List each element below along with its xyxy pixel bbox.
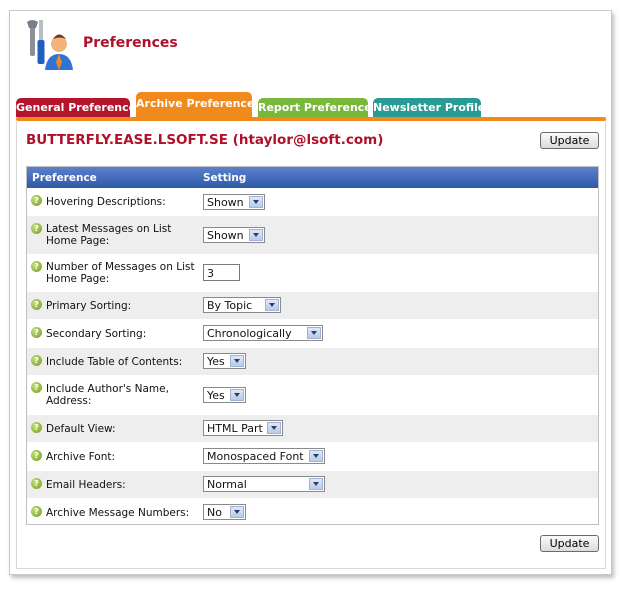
number-of-messages-input[interactable]: 3 [203, 264, 240, 281]
chevron-down-icon [230, 389, 244, 401]
help-icon[interactable]: ? [31, 478, 42, 489]
help-icon[interactable]: ? [31, 422, 42, 433]
chevron-down-icon [307, 327, 321, 339]
table-row: ? Archive Font: Monospaced Font [27, 443, 598, 471]
archive-message-numbers-select[interactable]: No [203, 504, 246, 520]
primary-sorting-select[interactable]: By Topic [203, 297, 281, 313]
table-header: Preference Setting [27, 167, 598, 188]
table-row: ? Number of Messages on List Home Page: … [27, 255, 598, 292]
secondary-sorting-select[interactable]: Chronologically [203, 325, 323, 341]
latest-messages-select[interactable]: Shown [203, 227, 265, 243]
help-icon[interactable]: ? [31, 327, 42, 338]
preference-label: Email Headers: [46, 479, 126, 491]
author-name-address-select[interactable]: Yes [203, 387, 246, 403]
table-row: ? Default View: HTML Part [27, 415, 598, 443]
table-row: ? Archive Message Numbers: No [27, 499, 598, 526]
preference-label: Hovering Descriptions: [46, 196, 166, 208]
preferences-panel: Preferences General Preferences Archive … [9, 10, 612, 575]
preference-label: Archive Font: [46, 451, 116, 463]
hovering-descriptions-select[interactable]: Shown [203, 194, 265, 210]
update-button-top[interactable]: Update [540, 132, 599, 149]
page-title: Preferences [83, 35, 178, 51]
help-icon[interactable]: ? [31, 195, 42, 206]
archive-font-select[interactable]: Monospaced Font [203, 448, 325, 464]
help-icon[interactable]: ? [31, 355, 42, 366]
help-icon[interactable]: ? [31, 506, 42, 517]
preference-label: Default View: [46, 423, 116, 435]
default-view-select[interactable]: HTML Part [203, 420, 283, 436]
tab-archive-preferences[interactable]: Archive Preferences [136, 92, 261, 117]
chevron-down-icon [309, 450, 323, 462]
chevron-down-icon [249, 196, 263, 208]
help-icon[interactable]: ? [31, 382, 42, 393]
chevron-down-icon [309, 478, 323, 490]
table-row: ? Secondary Sorting: Chronologically [27, 320, 598, 348]
preference-label: Secondary Sorting: [46, 328, 147, 340]
list-name: BUTTERFLY.EASE.LSOFT.SE (htaylor@lsoft.c… [26, 132, 384, 148]
update-button-bottom[interactable]: Update [540, 535, 599, 552]
preferences-table: Preference Setting ? Hovering Descriptio… [26, 166, 599, 525]
chevron-down-icon [249, 229, 263, 241]
table-row: ? Include Table of Contents: Yes [27, 348, 598, 376]
help-icon[interactable]: ? [31, 450, 42, 461]
archive-preferences-content: BUTTERFLY.EASE.LSOFT.SE (htaylor@lsoft.c… [16, 121, 606, 569]
table-of-contents-select[interactable]: Yes [203, 353, 246, 369]
table-row: ? Email Headers: Normal [27, 471, 598, 499]
tab-report-preferences[interactable]: Report Preferences [258, 98, 378, 117]
chevron-down-icon [230, 506, 244, 518]
tab-newsletter-profile[interactable]: Newsletter Profile [373, 98, 485, 117]
tab-general-preferences[interactable]: General Preferences [16, 98, 143, 117]
email-headers-select[interactable]: Normal [203, 476, 325, 492]
preference-label: Number of Messages on List Home Page: [46, 261, 195, 285]
preference-label: Include Author's Name, Address: [46, 383, 169, 407]
table-row: ? Include Author's Name, Address: Yes [27, 376, 598, 415]
column-header-preference: Preference [32, 172, 97, 184]
chevron-down-icon [265, 299, 279, 311]
help-icon[interactable]: ? [31, 261, 42, 272]
preference-label: Include Table of Contents: [46, 356, 183, 368]
chevron-down-icon [267, 422, 281, 434]
preference-label: Archive Message Numbers: [46, 507, 190, 519]
preference-label: Latest Messages on List Home Page: [46, 223, 172, 247]
chevron-down-icon [230, 355, 244, 367]
column-header-setting: Setting [203, 172, 247, 184]
preferences-tools-user-icon [27, 20, 73, 70]
table-row: ? Latest Messages on List Home Page: Sho… [27, 216, 598, 255]
help-icon[interactable]: ? [31, 223, 42, 234]
table-row: ? Hovering Descriptions: Shown [27, 188, 598, 216]
table-row: ? Primary Sorting: By Topic [27, 292, 598, 320]
help-icon[interactable]: ? [31, 299, 42, 310]
preference-label: Primary Sorting: [46, 300, 132, 312]
